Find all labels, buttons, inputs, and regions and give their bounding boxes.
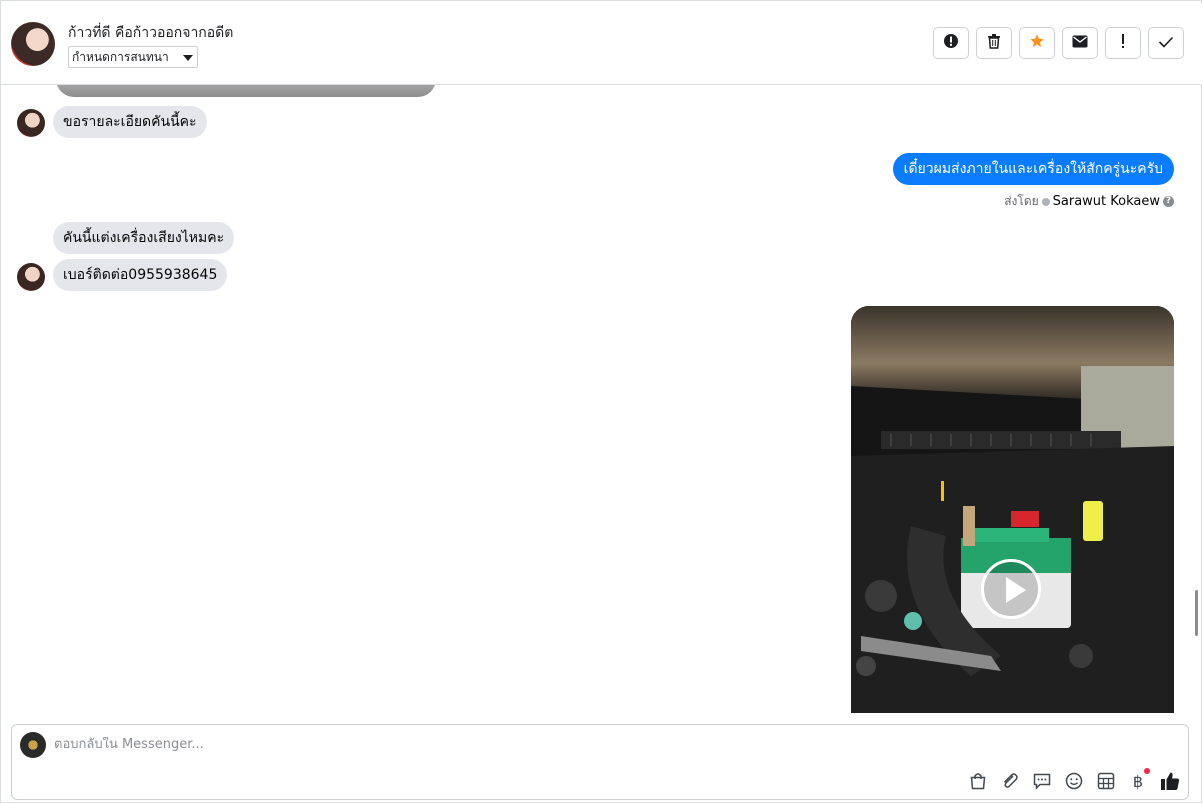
mark-done-button[interactable] [1148,27,1184,59]
contact-avatar[interactable] [11,22,55,66]
report-spam-button[interactable] [933,27,969,59]
baht-icon[interactable]: ฿ [1128,768,1150,791]
sent-by-line: ส่งโดย Sarawut Kokaew ? [1004,192,1174,211]
play-icon[interactable] [981,559,1041,619]
attachment-icon[interactable] [1000,771,1020,791]
baht-glyph: ฿ [1132,771,1144,791]
page-avatar [20,732,46,758]
incoming-message[interactable]: ขอรายละเอียดคันนี้คะ [53,106,207,138]
check-icon [1158,34,1174,52]
notification-dot [1144,768,1150,774]
verified-icon [1041,197,1050,206]
exclamation-icon [1120,33,1126,53]
contact-name[interactable]: ก้าวที่ดี คือก้าวออกจากอดีต [68,22,233,44]
thread-scrollbar[interactable] [1195,590,1198,636]
incoming-message[interactable]: เบอร์ติดต่อ0955938645 [53,259,228,291]
mark-unread-button[interactable] [1062,27,1098,59]
saved-reply-icon[interactable] [1032,771,1052,791]
previous-image-attachment[interactable] [56,85,436,97]
star-icon [1029,33,1045,53]
message-thread[interactable]: ขอรายละเอียดคันนี้คะ เดี๋ยวผมส่งภายในและ… [1,85,1191,713]
contact-avatar-small [17,263,45,291]
delete-button[interactable] [976,27,1012,59]
composer-tools: ฿ [968,768,1180,791]
chevron-down-icon [183,55,193,61]
table-icon[interactable] [1096,771,1116,791]
outgoing-message[interactable]: เดี๋ยวผมส่งภายในและเครื่องให้สักครู่นะคร… [892,153,1174,185]
incoming-message[interactable]: คันนี้แต่งเครื่องเสียงไหมคะ [53,222,235,254]
trash-icon [987,33,1001,53]
sender-name[interactable]: Sarawut Kokaew [1053,194,1160,209]
contact-avatar-small [17,109,45,137]
video-attachment[interactable] [851,306,1174,713]
assign-conversation-dropdown[interactable]: กำหนดการสนทนา [68,46,198,68]
assign-conversation-label: กำหนดการสนทนา [72,50,169,64]
thumbs-up-icon[interactable] [1160,771,1180,791]
help-icon[interactable]: ? [1163,196,1174,207]
reply-input[interactable] [54,737,1054,752]
reply-composer: ฿ [11,724,1189,800]
engine-bay-thumbnail [851,306,1174,713]
shopping-bag-icon[interactable] [968,771,988,791]
alert-circle-icon [943,33,959,53]
sent-by-label: ส่งโดย [1004,194,1039,208]
emoji-icon[interactable] [1064,771,1084,791]
conversation-header: ก้าวที่ดี คือก้าวออกจากอดีต กำหนดการสนทน… [1,4,1202,85]
header-actions [933,27,1184,59]
envelope-icon [1072,34,1088,52]
mark-important-button[interactable] [1105,27,1141,59]
star-button[interactable] [1019,27,1055,59]
